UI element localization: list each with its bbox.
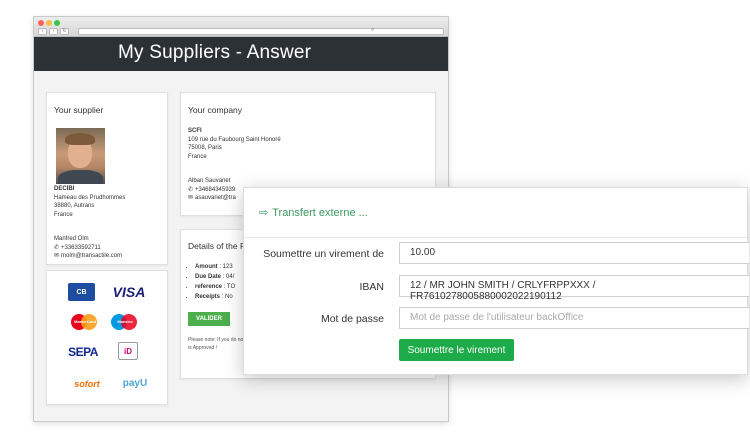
mastercard-logo-text: MasterCard [73, 319, 96, 324]
stage: ‹ › ↻ ⌕ My Suppliers - Answer Your suppl… [0, 0, 750, 440]
details-item-value: : No [221, 294, 233, 300]
sofort-logo: sofort [74, 379, 100, 389]
transfer-title-row: ⇨ Transfert externe ... [259, 206, 368, 219]
supplier-address: DECIBI Hameau des Prudhommes 38880, Autr… [54, 185, 166, 219]
phone-icon: ✆ [188, 186, 194, 193]
details-item-label: Amount [195, 264, 218, 270]
company-phone: +34684345939 [195, 186, 236, 193]
supplier-phone: +33633592711 [61, 244, 101, 251]
details-item: Due Date : 04/ [195, 272, 235, 282]
transfer-form-card: ⇨ Transfert externe ... Soumettre un vire… [243, 187, 749, 375]
supplier-address-line: 38880, Autrans [54, 203, 95, 209]
transfer-form-header: ⇨ Transfert externe ... [244, 188, 747, 238]
amount-label: Soumettre un virement de [263, 248, 384, 260]
sepa-logo: SEPA [68, 345, 98, 359]
company-email-row: ✉ asauvanet@tra [188, 194, 236, 203]
company-heading: Your company [188, 105, 243, 115]
supplier-name: DECIBI [54, 186, 75, 192]
maestro-logo: Maestro [111, 314, 137, 330]
supplier-panel: Your supplier DECIBI Hameau des Prudhomm… [46, 92, 168, 265]
supplier-email[interactable]: molm@transactile.com [61, 253, 122, 259]
envelope-icon: ✉ [188, 195, 194, 201]
details-note: Please note: If you do no is Approved ! [188, 336, 243, 352]
search-icon: ⌕ [371, 27, 375, 33]
page-title: My Suppliers - Answer [118, 42, 312, 63]
payment-methods-panel: CB VISA MasterCard Maestro SEPA iD sofor… [46, 270, 168, 405]
supplier-address-line: Hameau des Prudhommes [54, 194, 126, 201]
details-note-line: is Approved ! [188, 345, 217, 351]
company-phone-row: ✆ +34684345939 [188, 186, 236, 195]
iban-input[interactable]: 12 / MR JOHN SMITH / CRLYFRPPXXX / FR761… [399, 275, 749, 302]
valider-button[interactable]: VALIDER [188, 312, 230, 326]
password-label: Mot de passe [320, 313, 384, 325]
amount-input[interactable]: 10.00 [399, 242, 749, 264]
visa-logo: VISA [112, 284, 146, 300]
iban-label: IBAN [359, 281, 384, 293]
company-address-line: France [188, 153, 207, 160]
supplier-avatar [56, 128, 105, 184]
maestro-logo-text: Maestro [117, 319, 133, 324]
close-window-dot[interactable] [38, 20, 44, 26]
details-note-line: Please note: If you do no [188, 337, 244, 343]
details-item-label: Receipts [195, 294, 221, 300]
avatar-hair [65, 133, 95, 145]
company-address-line: 109 rue du Faubourg Saint Honoré [188, 136, 281, 143]
payu-logo: payU [122, 377, 148, 389]
reload-icon[interactable]: ↻ [60, 28, 69, 35]
back-icon[interactable]: ‹ [38, 28, 47, 35]
details-item: Receipts : No [195, 292, 235, 302]
details-item-value: : 123 [219, 264, 233, 270]
company-name: SCFI [188, 128, 202, 134]
password-input[interactable]: Mot de passe de l'utilisateur backOffice [399, 307, 749, 329]
forward-icon[interactable]: › [49, 28, 58, 35]
details-item-label: reference [195, 284, 223, 290]
page-header: My Suppliers - Answer [34, 37, 448, 71]
submit-transfer-button[interactable]: Soumettre le virement [399, 339, 514, 361]
supplier-address-line: France [54, 211, 73, 218]
envelope-icon: ✉ [54, 253, 60, 259]
ideal-logo: iD [118, 342, 138, 360]
address-bar[interactable]: ⌕ [78, 27, 444, 35]
company-email[interactable]: asauvanet@tra [195, 195, 236, 201]
details-list: Amount : 123 Due Date : 04/ reference : … [195, 262, 235, 302]
details-item-value: : 04/ [222, 274, 235, 280]
nav-buttons: ‹ › ↻ [38, 28, 69, 35]
minimize-window-dot[interactable] [46, 20, 52, 26]
supplier-contact: Manfred Olm ✆ +33633592711 ✉ molm@transact… [54, 235, 166, 261]
cb-logo: CB [68, 283, 95, 301]
company-contact-name: Alban Sauvanet [188, 178, 231, 184]
maximize-window-dot[interactable] [54, 20, 60, 26]
company-address-line: 75008, Paris [188, 145, 222, 151]
phone-icon: ✆ [54, 244, 60, 251]
browser-toolbar: ‹ › ↻ ⌕ [34, 17, 448, 37]
transfer-title: Transfert externe ... [272, 207, 368, 219]
supplier-email-row: ✉ molm@transactile.com [54, 252, 166, 261]
details-item: Amount : 123 [195, 262, 235, 272]
mastercard-logo: MasterCard [71, 314, 97, 330]
company-contact: Alban Sauvanet ✆ +34684345939 ✉ asauvanet@… [188, 177, 236, 203]
details-item: reference : TO [195, 282, 235, 292]
supplier-heading: Your supplier [54, 105, 104, 115]
details-item-label: Due Date [195, 274, 222, 280]
details-item-value: : TO [223, 284, 236, 290]
avatar-shirt [58, 170, 103, 184]
sign-out-icon: ⇨ [259, 207, 269, 219]
company-address: SCFI 109 rue du Faubourg Saint Honoré 75… [188, 127, 281, 161]
supplier-phone-row: ✆ +33633592711 [54, 244, 166, 253]
supplier-contact-name: Manfred Olm [54, 236, 89, 242]
details-heading: Details of the F [188, 241, 246, 251]
